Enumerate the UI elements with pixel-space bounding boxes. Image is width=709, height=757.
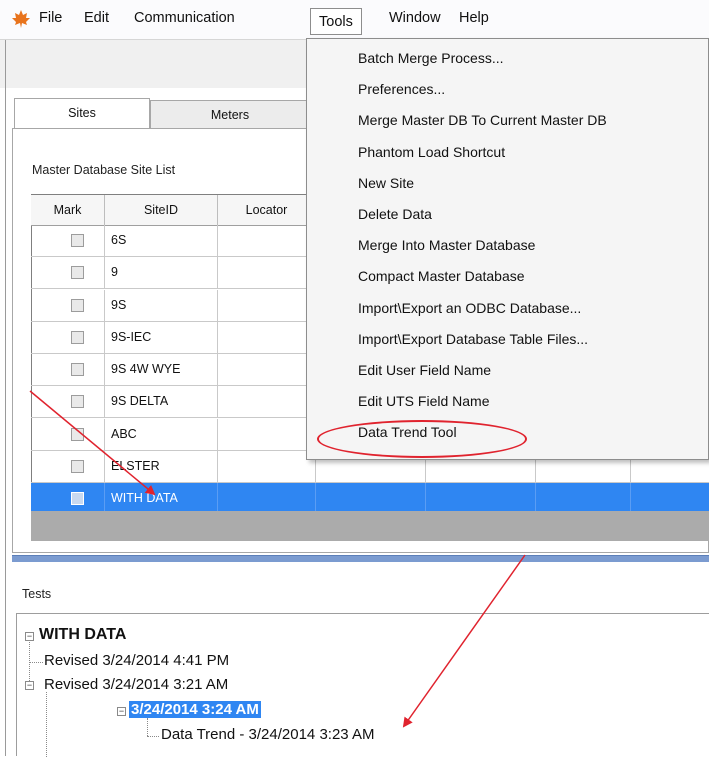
annotation-arrows xyxy=(29,390,526,728)
arrow-to-data-trend-node xyxy=(402,554,526,728)
arrow-to-with-data-row xyxy=(29,390,156,496)
